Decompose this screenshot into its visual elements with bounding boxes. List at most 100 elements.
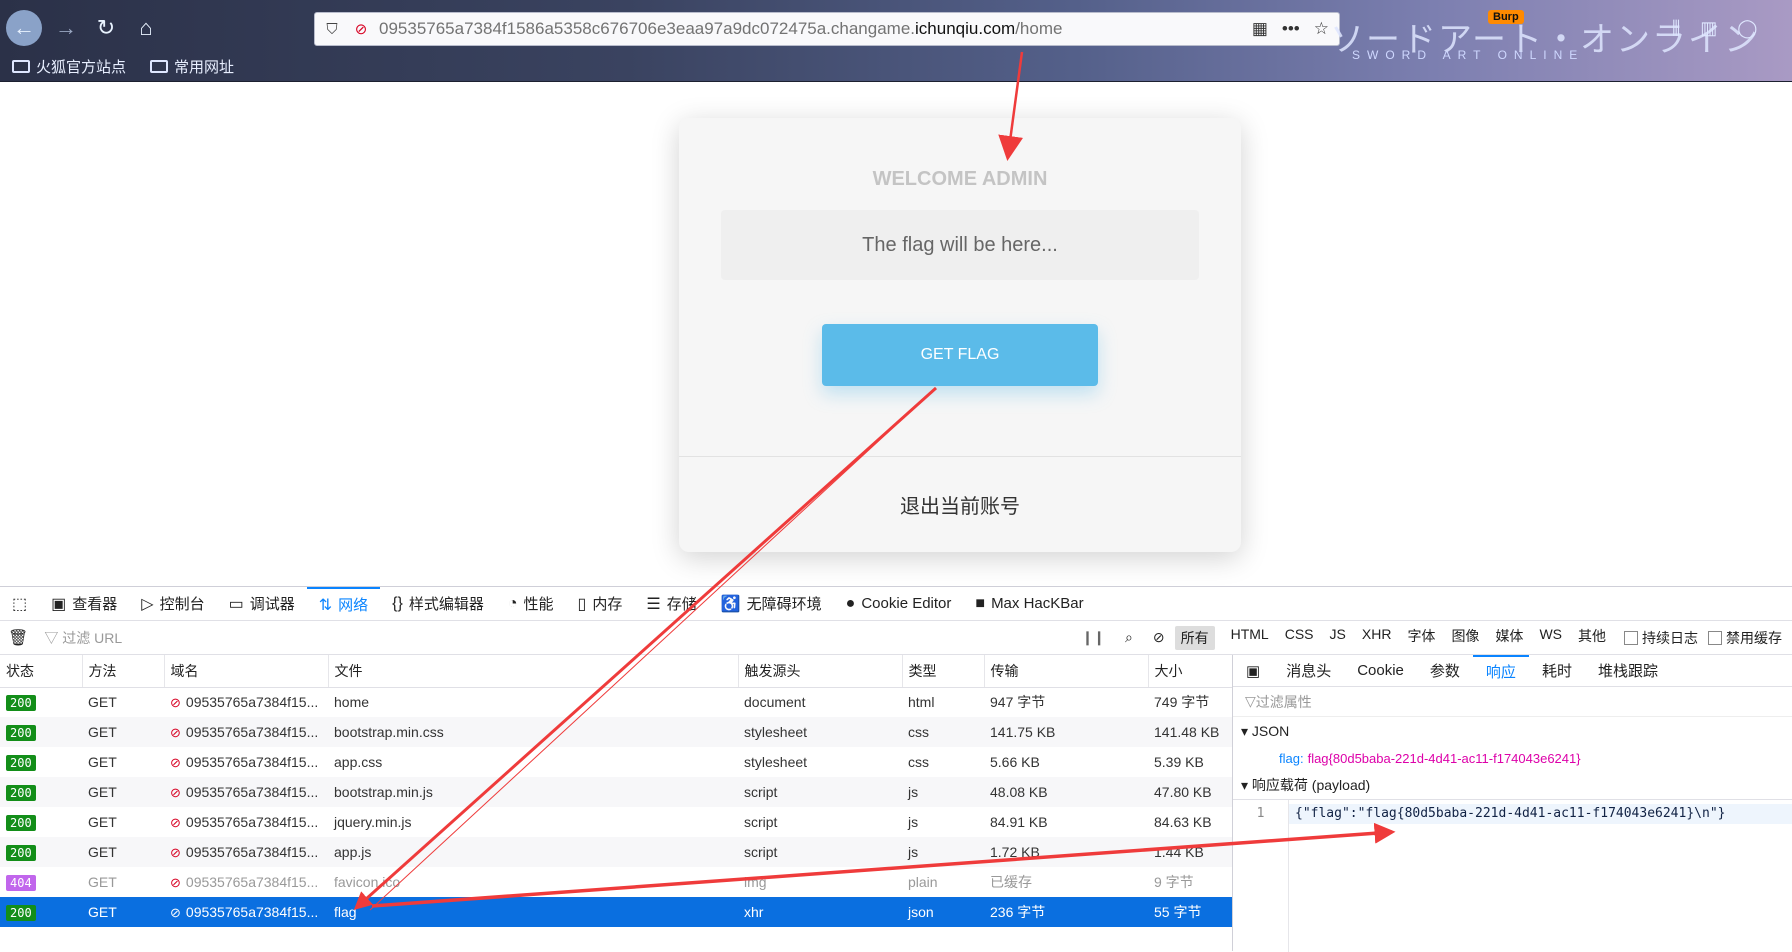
cell-file: favicon.ico xyxy=(334,874,401,890)
insecure-icon: ⊘ xyxy=(170,814,181,830)
tab-headers[interactable]: 消息头 xyxy=(1273,655,1344,687)
cell-file: home xyxy=(334,694,370,711)
performance-icon: ◔ xyxy=(507,594,518,612)
tab-style-editor[interactable]: {} 样式编辑器 xyxy=(380,587,496,621)
tab-params[interactable]: 参数 xyxy=(1417,655,1473,687)
filter-media[interactable]: 媒体 xyxy=(1495,626,1523,650)
col-cause[interactable]: 触发源头 xyxy=(738,655,903,688)
tab-label: 存储 xyxy=(666,596,697,613)
logout-link[interactable]: 退出当前账号 xyxy=(679,456,1241,552)
trash-icon[interactable]: 🗑 xyxy=(0,628,36,648)
col-method[interactable]: 方法 xyxy=(82,655,165,688)
storage-icon: ☰ xyxy=(646,595,661,613)
col-file[interactable]: 文件 xyxy=(328,655,739,688)
bookmark-common-sites[interactable]: 常用网址 xyxy=(150,56,234,77)
get-flag-button[interactable]: GET FLAG xyxy=(822,324,1098,386)
home-button[interactable]: ⌂ xyxy=(128,10,164,46)
tab-accessibility[interactable]: ♿ 无障碍环境 xyxy=(709,587,834,621)
back-button[interactable]: ← xyxy=(6,10,42,46)
tab-memory[interactable]: ▯ 内存 xyxy=(566,587,635,621)
forward-button[interactable]: → xyxy=(48,10,84,46)
search-icon[interactable]: ⌕ xyxy=(1115,629,1143,646)
cell-file: bootstrap.min.js xyxy=(328,777,738,807)
block-icon[interactable]: ⊘ xyxy=(1143,629,1175,646)
filter-css[interactable]: CSS xyxy=(1285,626,1314,650)
filter-other[interactable]: 其他 xyxy=(1578,626,1606,650)
tab-max-hackbar[interactable]: ■ Max HacKBar xyxy=(963,587,1095,621)
cell-transferred: 84.91 KB xyxy=(990,814,1048,830)
toggle-panel-icon[interactable]: ▣ xyxy=(1233,655,1273,687)
table-row[interactable]: 200 GET ⊘ 09535765a7384f15... jquery.min.js s… xyxy=(0,807,1232,837)
col-domain[interactable]: 域名 xyxy=(164,655,329,688)
cell-domain: ⊘ 09535765a7384f15... xyxy=(164,747,328,777)
filter-html[interactable]: HTML xyxy=(1231,626,1269,650)
table-row[interactable]: 200 GET ⊘ 09535765a7384f15... bootstrap.min.… xyxy=(0,777,1232,807)
tab-storage[interactable]: ☰ 存储 xyxy=(634,587,708,621)
tab-debugger[interactable]: ▭ 调试器 xyxy=(217,587,307,621)
sidebar-icon[interactable]: ▥ xyxy=(1700,18,1717,39)
table-row[interactable]: 200 GET ⊘ 09535765a7384f15... app.css stylesh… xyxy=(0,747,1232,777)
col-size[interactable]: 大小 xyxy=(1148,655,1233,688)
payload-section-toggle[interactable]: ▾ 响应载荷 (payload) xyxy=(1233,771,1792,799)
filter-ws[interactable]: WS xyxy=(1539,626,1562,650)
insecure-icon: ⊘ xyxy=(170,784,181,800)
tab-inspector[interactable]: ▣ 查看器 xyxy=(39,587,129,621)
col-type[interactable]: 类型 xyxy=(902,655,985,688)
insecure-lock-icon[interactable]: ⊘ xyxy=(349,20,373,38)
cell-size: 5.39 KB xyxy=(1154,754,1204,770)
details-tabs: ▣ 消息头 Cookie 参数 响应 耗时 堆栈跟踪 xyxy=(1233,654,1792,687)
filter-js[interactable]: JS xyxy=(1330,626,1346,650)
filter-fonts[interactable]: 字体 xyxy=(1407,626,1435,650)
tab-timings[interactable]: 耗时 xyxy=(1529,655,1585,687)
tab-label: 内存 xyxy=(592,596,623,613)
account-icon[interactable]: ◯ xyxy=(1737,18,1757,39)
table-row[interactable]: 404 GET ⊘ 09535765a7384f15... favicon.ico img… xyxy=(0,867,1232,897)
library-icon[interactable]: ⫼ xyxy=(1672,18,1680,39)
more-actions-icon[interactable]: ••• xyxy=(1282,19,1300,39)
filter-xhr[interactable]: XHR xyxy=(1362,626,1392,650)
table-row[interactable]: 200 GET ⊘ 09535765a7384f15... app.js script js… xyxy=(0,837,1232,867)
tab-cookie-editor[interactable]: ● Cookie Editor xyxy=(834,587,964,621)
tab-cookies[interactable]: Cookie xyxy=(1344,655,1417,687)
bookmark-star-icon[interactable]: ☆ xyxy=(1314,19,1329,39)
status-badge: 200 xyxy=(6,724,36,741)
cell-domain: ⊘ 09535765a7384f15... xyxy=(164,897,328,927)
reload-button[interactable]: ↻ xyxy=(88,10,124,46)
element-picker-button[interactable]: ⬚ xyxy=(0,587,39,621)
bookmark-firefox-sites[interactable]: 火狐官方站点 xyxy=(12,56,126,77)
filter-all[interactable]: 所有 xyxy=(1174,625,1215,650)
cell-transferred: 已缓存 xyxy=(990,874,1032,890)
disable-cache-checkbox[interactable]: 禁用缓存 xyxy=(1708,628,1782,648)
json-section-toggle[interactable]: ▾ JSON xyxy=(1233,717,1792,745)
burp-extension-button[interactable]: Burp xyxy=(1488,10,1524,24)
property-filter-input[interactable]: ▽ 过滤属性 xyxy=(1233,687,1792,717)
cell-type: css xyxy=(908,754,929,770)
tab-performance[interactable]: ◔ 性能 xyxy=(496,587,566,621)
persist-logs-checkbox[interactable]: 持续日志 xyxy=(1624,628,1698,648)
tracking-shield-icon[interactable]: ⛉ xyxy=(315,21,349,38)
tab-stack-trace[interactable]: 堆栈跟踪 xyxy=(1585,655,1671,687)
col-transferred[interactable]: 传输 xyxy=(984,655,1149,688)
insecure-icon: ⊘ xyxy=(170,724,181,740)
url-bar[interactable]: ⛉ ⊘ 09535765a7384f1586a5358c676706e3eaa9… xyxy=(314,12,1340,46)
url-text[interactable]: 09535765a7384f1586a5358c676706e3eaa97a9d… xyxy=(373,19,1062,39)
console-icon: ▷ xyxy=(141,595,154,613)
payload-editor[interactable]: 1 {"flag":"flag{80d5baba-221d-4d41-ac11-… xyxy=(1233,799,1792,952)
table-row[interactable]: 200 GET ⊘ 09535765a7384f15... home document ht… xyxy=(0,687,1232,717)
col-status[interactable]: 状态 xyxy=(0,655,83,688)
tab-label: 查看器 xyxy=(72,596,118,613)
tab-console[interactable]: ▷ 控制台 xyxy=(129,587,216,621)
tab-response[interactable]: 响应 xyxy=(1472,654,1529,687)
domain-text: 09535765a7384f15... xyxy=(185,783,319,800)
cell-domain: ⊘ 09535765a7384f15... xyxy=(164,867,328,897)
admin-card: WELCOME ADMIN The flag will be here... G… xyxy=(679,118,1241,552)
table-row[interactable]: 200 GET ⊘ 09535765a7384f15... flag xhr json 236… xyxy=(0,897,1232,927)
filter-images[interactable]: 图像 xyxy=(1451,626,1479,650)
qr-code-icon[interactable]: ▦ xyxy=(1252,19,1268,39)
tab-network[interactable]: ⇅ 网络 xyxy=(306,586,381,621)
cell-cause: stylesheet xyxy=(744,754,808,770)
inspector-icon: ▣ xyxy=(51,595,67,613)
table-row[interactable]: 200 GET ⊘ 09535765a7384f15... bootstrap.min.… xyxy=(0,717,1232,747)
url-filter-input[interactable]: ▽ 过滤 URL xyxy=(36,628,1071,648)
pause-icon[interactable]: ❙❙ xyxy=(1072,629,1115,646)
